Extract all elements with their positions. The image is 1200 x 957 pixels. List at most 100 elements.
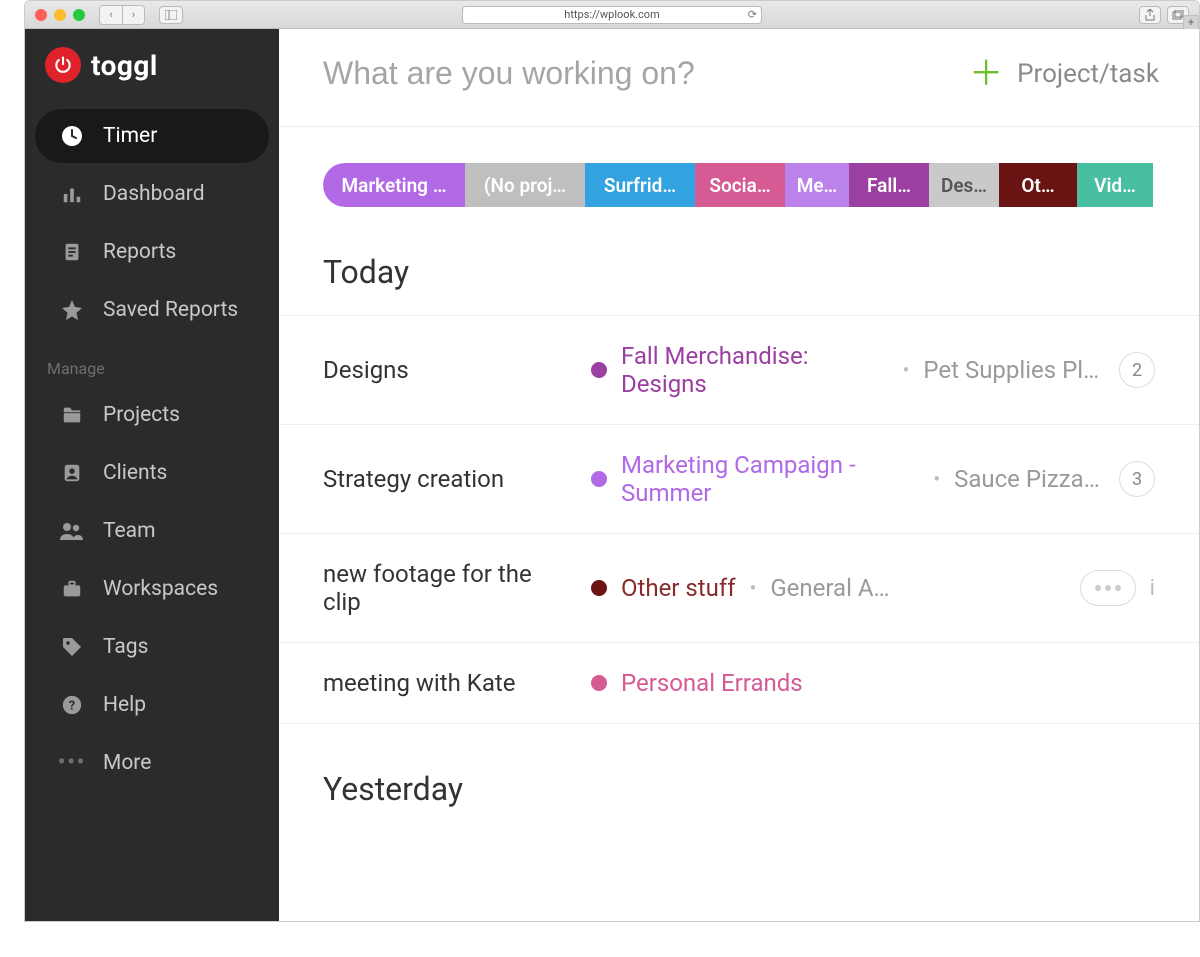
sidebar-item-reports[interactable]: Reports: [35, 225, 269, 279]
browser-window: ‹ › https://wplook.com ⟳ +: [24, 0, 1200, 922]
project-color-dot: [591, 471, 607, 487]
forward-button[interactable]: ›: [122, 6, 144, 24]
window-controls: [35, 9, 85, 21]
separator-dot: •: [933, 467, 940, 491]
sidebar-item-label: Projects: [103, 403, 180, 427]
sidebar-item-label: Clients: [103, 461, 167, 485]
sidebar-item-label: Reports: [103, 240, 176, 264]
separator-dot: •: [903, 358, 910, 382]
segment-0[interactable]: Marketing …: [323, 163, 465, 207]
close-window-button[interactable]: [35, 9, 47, 21]
manage-label: Manage: [25, 339, 279, 386]
entry-meta: Personal Errands: [591, 669, 1137, 697]
project-color-dot: [591, 362, 607, 378]
help-icon: ?: [59, 692, 85, 718]
segment-3[interactable]: Socia…: [695, 163, 785, 207]
time-entry[interactable]: Strategy creation Marketing Campaign - Su…: [279, 425, 1199, 534]
refresh-icon[interactable]: ⟳: [748, 8, 757, 21]
entries-today: Designs Fall Merchandise: Designs • Pet Sup…: [279, 315, 1199, 724]
entry-client: Sauce Pizza P…: [954, 465, 1101, 493]
new-tab-button[interactable]: +: [1183, 15, 1199, 29]
sidebar-toggle-button[interactable]: [159, 6, 183, 24]
entry-more-button[interactable]: [1080, 570, 1136, 606]
sidebar-item-projects[interactable]: Projects: [35, 388, 269, 442]
segment-8[interactable]: Vid…: [1077, 163, 1153, 207]
segment-5[interactable]: Fall…: [849, 163, 929, 207]
entry-project: Marketing Campaign - Summer: [621, 451, 919, 507]
entry-count-badge[interactable]: 3: [1119, 461, 1155, 497]
sidebar-item-help[interactable]: ? Help: [35, 678, 269, 732]
timer-topbar: ＋ Project/task: [279, 29, 1199, 127]
people-icon: [59, 518, 85, 544]
svg-text:?: ?: [69, 699, 75, 714]
segment-6[interactable]: Des…: [929, 163, 999, 207]
entry-project: Other stuff: [621, 574, 736, 602]
entry-description: Strategy creation: [323, 465, 573, 493]
entry-project: Fall Merchandise: Designs: [621, 342, 889, 398]
time-entry[interactable]: Designs Fall Merchandise: Designs • Pet Sup…: [279, 316, 1199, 425]
share-button[interactable]: [1139, 6, 1161, 24]
briefcase-icon: [59, 576, 85, 602]
sidebar-item-label: More: [103, 751, 151, 775]
sidebar-item-label: Workspaces: [103, 577, 218, 601]
sidebar-item-label: Team: [103, 519, 156, 543]
sidebar: toggl Timer Dashboard Reports Saved Reports…: [25, 29, 279, 921]
project-task-picker[interactable]: ＋ Project/task: [969, 57, 1159, 91]
nav-arrows: ‹ ›: [99, 5, 145, 25]
app-logo[interactable]: toggl: [25, 47, 279, 107]
time-entry[interactable]: meeting with Kate Personal Errands: [279, 643, 1199, 724]
entry-meta: Other stuff • General A…: [591, 574, 1062, 602]
entry-project: Personal Errands: [621, 669, 803, 697]
minimize-window-button[interactable]: [54, 9, 66, 21]
segment-2[interactable]: Surfrid…: [585, 163, 695, 207]
task-description-input[interactable]: [323, 55, 825, 92]
url-text: https://wplook.com: [564, 8, 659, 21]
time-entry[interactable]: new footage for the clip Other stuff • Gene…: [279, 534, 1199, 643]
folder-icon: [59, 402, 85, 428]
entry-client: General A…: [770, 574, 889, 602]
clock-icon: [59, 123, 85, 149]
segment-4[interactable]: Me…: [785, 163, 849, 207]
power-icon: [45, 47, 81, 83]
doc-icon: [59, 239, 85, 265]
url-bar[interactable]: https://wplook.com ⟳: [462, 6, 762, 24]
sidebar-item-label: Dashboard: [103, 182, 205, 206]
tag-icon: [59, 634, 85, 660]
sidebar-item-saved-reports[interactable]: Saved Reports: [35, 283, 269, 337]
entry-actions: i: [1080, 570, 1155, 606]
maximize-window-button[interactable]: [73, 9, 85, 21]
app-name: toggl: [91, 49, 158, 82]
nav-manage: Projects Clients Team Workspaces Tags? Help ••…: [25, 386, 279, 792]
browser-chrome: ‹ › https://wplook.com ⟳ +: [25, 1, 1199, 29]
project-color-dot: [591, 675, 607, 691]
segment-7[interactable]: Ot…: [999, 163, 1077, 207]
sidebar-item-more[interactable]: •••More: [35, 736, 269, 790]
bars-icon: [59, 181, 85, 207]
separator-dot: •: [750, 576, 757, 600]
entry-count-badge[interactable]: 2: [1119, 352, 1155, 388]
chrome-right: [1139, 6, 1189, 24]
sidebar-item-label: Timer: [103, 124, 157, 148]
sidebar-item-team[interactable]: Team: [35, 504, 269, 558]
project-task-label: Project/task: [1017, 59, 1159, 89]
entry-description: new footage for the clip: [323, 560, 573, 616]
entry-description: Designs: [323, 356, 573, 384]
person-icon: [59, 460, 85, 486]
sidebar-item-label: Tags: [103, 635, 148, 659]
back-button[interactable]: ‹: [100, 6, 122, 24]
segment-1[interactable]: (No proj…: [465, 163, 585, 207]
sidebar-item-dashboard[interactable]: Dashboard: [35, 167, 269, 221]
entry-actions: 3: [1119, 461, 1155, 497]
sidebar-item-workspaces[interactable]: Workspaces: [35, 562, 269, 616]
sidebar-item-label: Help: [103, 693, 146, 717]
star-icon: [59, 297, 85, 323]
sidebar-item-clients[interactable]: Clients: [35, 446, 269, 500]
entry-meta: Marketing Campaign - Summer • Sauce Pizza …: [591, 451, 1101, 507]
nav-primary: Timer Dashboard Reports Saved Reports: [25, 107, 279, 339]
plus-icon: ＋: [969, 57, 1003, 91]
entry-description: meeting with Kate: [323, 669, 573, 697]
app-root: toggl Timer Dashboard Reports Saved Reports…: [25, 29, 1199, 921]
sidebar-item-tags[interactable]: Tags: [35, 620, 269, 674]
entry-client: Pet Supplies Plus: [923, 356, 1101, 384]
sidebar-item-timer[interactable]: Timer: [35, 109, 269, 163]
